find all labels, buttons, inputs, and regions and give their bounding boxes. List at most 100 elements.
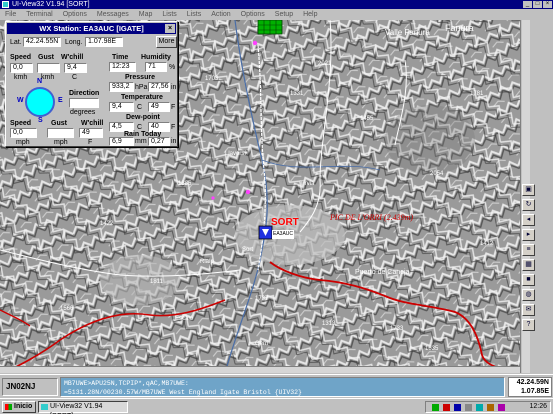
grid-locator: JN02NJ xyxy=(2,378,58,396)
panel-close-button[interactable]: × xyxy=(165,24,175,33)
tray-clock[interactable]: 12:26 xyxy=(529,402,547,412)
toolbar-grid-icon[interactable]: ▦ xyxy=(522,259,535,271)
toolbar-help-icon[interactable]: ? xyxy=(522,319,535,331)
menu-lists[interactable]: Lists xyxy=(157,9,181,20)
toolbar-list-icon[interactable]: ≡ xyxy=(522,244,535,256)
tray-app-icon[interactable] xyxy=(454,404,461,411)
compass-s: S xyxy=(38,117,43,124)
start-button[interactable]: Inicio xyxy=(2,401,36,413)
station-marker[interactable] xyxy=(252,40,258,46)
cursor-coordinates: 42.24.59N 1.07.85E xyxy=(508,377,552,397)
direction-unit: degrees xyxy=(70,109,96,116)
peak-label: PIC DE L'ORRI (2.439m) xyxy=(330,213,414,222)
more-button[interactable]: More xyxy=(156,36,177,48)
pressure-hpa: 933,2 xyxy=(109,82,134,92)
toolbar-station-icon[interactable]: ◍ xyxy=(522,289,535,301)
elevation-label: 1885 xyxy=(178,181,192,187)
compass-n: N xyxy=(37,78,43,85)
tray-volume-icon[interactable] xyxy=(465,404,472,411)
long-label: Long. xyxy=(65,39,83,46)
menu-help[interactable]: Help xyxy=(298,9,322,20)
menu-map[interactable]: Map xyxy=(134,9,158,20)
tray-app-icon[interactable] xyxy=(498,404,505,411)
minimize-button[interactable]: _ xyxy=(523,1,532,8)
temperature-f-unit: F xyxy=(171,104,176,111)
packet-monitor[interactable]: MB7UWE>APU25N,TCPIP*,qAC,MB7UWE: =5131.2… xyxy=(60,377,505,397)
station-callsign: EA3AUC xyxy=(272,230,295,239)
panel-title-bar[interactable]: WX Station: EA3AUC [IGATE] × xyxy=(7,23,176,34)
app-icon xyxy=(2,1,9,8)
menu-lists-2[interactable]: Lists xyxy=(182,9,206,20)
elevation-label: 1455 xyxy=(360,116,374,122)
place-rialp: Rialp xyxy=(200,259,214,265)
elevation-label: 2054 xyxy=(430,171,444,177)
humidity-field: 71 xyxy=(145,62,167,72)
elevation-label: 1781 xyxy=(470,91,484,97)
menu-setup[interactable]: Setup xyxy=(270,9,298,20)
toolbar-stop-icon[interactable]: ■ xyxy=(522,274,535,286)
status-bar: JN02NJ MB7UWE>APU25N,TCPIP*,qAC,MB7UWE: … xyxy=(0,374,553,398)
menu-options-2[interactable]: Options xyxy=(236,9,270,20)
pressure-hpa-unit: hPa xyxy=(135,84,148,91)
window-title-bar[interactable]: UI-View32 V1.94 [SORT] _ □ × xyxy=(0,0,553,9)
pressure-label: Pressure xyxy=(125,74,155,81)
time-field: 12:23 xyxy=(109,62,136,72)
toolbar-zoom-icon[interactable]: ▣ xyxy=(522,184,535,196)
wx-station-panel[interactable]: WX Station: EA3AUC [IGATE] × Lat. 42.24.… xyxy=(5,21,178,147)
humidity-label: Humidity xyxy=(141,54,171,61)
horizontal-scrollbar[interactable] xyxy=(0,366,520,373)
long-field: 1.07.98E xyxy=(85,37,123,47)
place-llavorsi: Llavorsí xyxy=(225,151,247,157)
station-marker[interactable] xyxy=(245,189,251,195)
elevation-label: 1422 xyxy=(100,221,114,227)
wind-speed-kmh: 0,0 xyxy=(10,63,33,73)
toolbar-back-icon[interactable]: ◂ xyxy=(522,214,535,226)
tray-app-icon[interactable] xyxy=(443,404,450,411)
wind-direction-dial xyxy=(25,87,55,117)
place-sort: Sort xyxy=(242,247,254,253)
lat-field: 42.24.55N xyxy=(23,37,61,47)
pressure-in-unit: in xyxy=(171,84,177,91)
elevation-label: 1412 xyxy=(480,241,494,247)
place-valle-fanura: Valle Fanura xyxy=(385,28,430,37)
toolbar-message-icon[interactable]: ✉ xyxy=(522,304,535,316)
dewpoint-label: Dew-point xyxy=(126,114,160,121)
toolbar-refresh-icon[interactable]: ↻ xyxy=(522,199,535,211)
direction-label: Direction xyxy=(69,90,100,97)
menu-terminal[interactable]: Terminal xyxy=(21,9,57,20)
maximize-button[interactable]: □ xyxy=(533,1,542,8)
wind-speed-label: Speed xyxy=(10,54,32,61)
compass-e: E xyxy=(58,97,63,104)
wind-speed-mph: 0,0 xyxy=(10,128,37,138)
tray-app-icon[interactable] xyxy=(487,404,494,411)
place-puerto-de-caneja: Puerto de Caneja xyxy=(355,269,410,276)
windows-taskbar: Inicio UI-View32 V1.94 [SORT] 12:26 xyxy=(0,398,553,414)
unit-mph: mph xyxy=(16,139,30,146)
toolbar-forward-icon[interactable]: ▸ xyxy=(522,229,535,241)
menu-file[interactable]: File xyxy=(0,9,21,20)
app-icon xyxy=(41,404,48,410)
menu-action[interactable]: Action xyxy=(206,9,235,20)
wind-speed-label: Speed xyxy=(10,120,32,127)
temperature-f: 49 xyxy=(148,102,170,112)
taskbar-app-button[interactable]: UI-View32 V1.94 [SORT] xyxy=(38,401,128,414)
menu-messages[interactable]: Messages xyxy=(92,9,134,20)
menu-options[interactable]: Options xyxy=(58,9,92,20)
humidity-unit: % xyxy=(169,64,176,71)
wind-chill-label: W'chill xyxy=(61,54,84,61)
compass-w: W xyxy=(17,97,24,104)
tray-app-icon[interactable] xyxy=(476,404,483,411)
tray-network-icon[interactable] xyxy=(432,404,439,411)
station-marker[interactable] xyxy=(211,196,215,200)
elevation-label: 1566 xyxy=(60,306,74,312)
windows-logo-icon xyxy=(5,404,12,410)
temperature-c: 9,4 xyxy=(109,102,134,112)
main-station-label[interactable]: SORT xyxy=(271,218,299,228)
wind-gust-mph xyxy=(47,128,74,138)
cursor-lat: 42.24.59N xyxy=(516,379,549,386)
pressure-in: 27,56 xyxy=(148,82,170,92)
close-button[interactable]: × xyxy=(543,1,552,8)
unit-f: F xyxy=(88,139,93,146)
rain-mm-unit: mm xyxy=(135,138,147,145)
time-label: Time xyxy=(112,54,129,61)
